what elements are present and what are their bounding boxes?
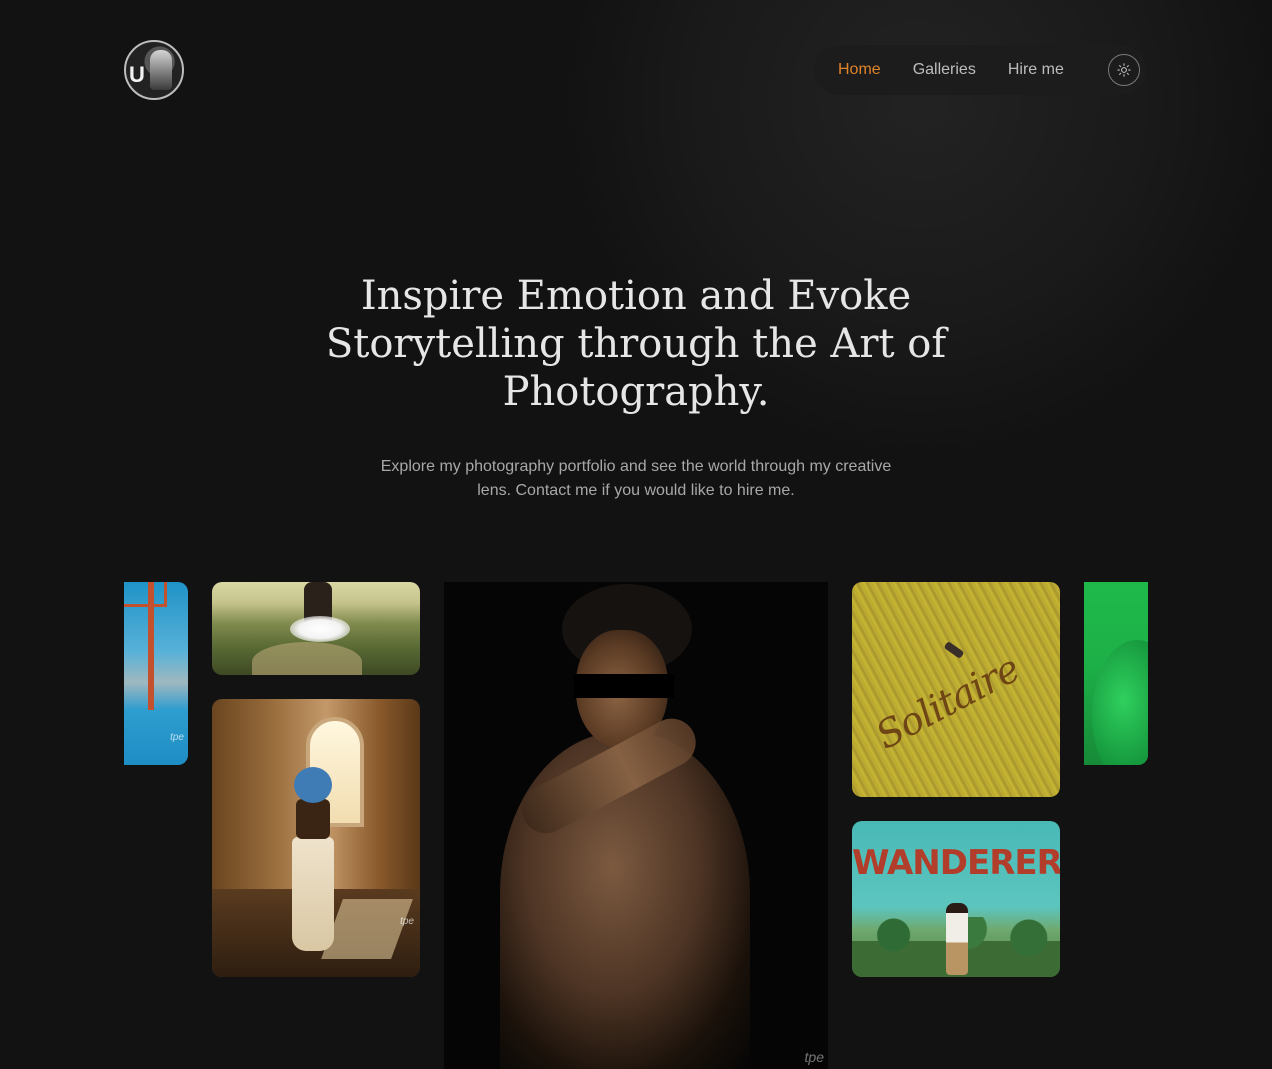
wanderer-title: WANDERER. — [852, 843, 1060, 883]
field-tutu — [290, 616, 350, 642]
photo-watermark: tpe — [804, 1049, 824, 1065]
portrait-photo[interactable]: tpe — [444, 582, 828, 1069]
photo-watermark: tpe — [400, 916, 414, 927]
solitaire-photo[interactable]: Solitaire — [852, 582, 1060, 797]
portrait-eye-bar — [574, 674, 674, 698]
hero-title: Inspire Emotion and Evoke Storytelling t… — [325, 273, 947, 415]
green-photo[interactable] — [1084, 582, 1148, 765]
nav-item-home[interactable]: Home — [838, 61, 881, 79]
solitaire-title: Solitaire — [868, 646, 1027, 758]
photo-watermark: tpe — [170, 732, 184, 743]
room-figure-skirt — [292, 837, 334, 951]
window-room-photo[interactable]: tpe — [212, 699, 420, 977]
wanderer-photo[interactable]: WANDERER. — [852, 821, 1060, 977]
avatar-monogram: U — [129, 62, 145, 87]
avatar-portrait — [150, 50, 172, 90]
court-hoop — [124, 582, 167, 607]
main-nav: Home Galleries Hire me — [814, 45, 1146, 95]
green-shape — [1092, 640, 1148, 765]
field-path — [252, 642, 362, 675]
avatar-logo[interactable]: U — [124, 40, 184, 100]
basketball-court-photo[interactable]: tpe — [124, 582, 188, 765]
theme-toggle-button[interactable] — [1108, 54, 1140, 86]
nav-item-hire-me[interactable]: Hire me — [1008, 61, 1064, 79]
white-tutu-field-photo[interactable] — [212, 582, 420, 675]
wanderer-figure — [946, 903, 968, 975]
room-figure-hair — [294, 767, 332, 803]
sun-icon — [1117, 63, 1131, 77]
hero-subtitle: Explore my photography portfolio and see… — [380, 458, 892, 499]
grass-figure — [943, 640, 965, 660]
nav-item-galleries[interactable]: Galleries — [913, 61, 976, 79]
room-figure-body — [296, 799, 330, 839]
